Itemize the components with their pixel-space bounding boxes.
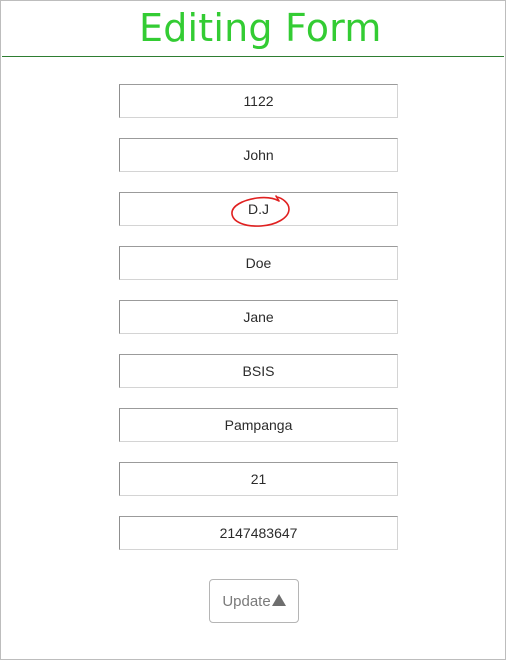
id-field[interactable]: 1122 <box>119 84 398 118</box>
contact-number-field[interactable]: 2147483647 <box>119 516 398 550</box>
last-name-field[interactable]: Doe <box>119 246 398 280</box>
nickname-field[interactable]: Jane <box>119 300 398 334</box>
update-label: Update <box>222 592 271 610</box>
arrow-up-icon <box>271 594 286 606</box>
header-divider <box>2 56 504 57</box>
page-header: Editing Form <box>0 4 506 56</box>
middle-name-field[interactable]: D.J <box>119 192 398 226</box>
course-field[interactable]: BSIS <box>119 354 398 388</box>
address-field[interactable]: Pampanga <box>119 408 398 442</box>
update-button[interactable]: Update <box>209 579 299 623</box>
page-title: Editing Form <box>139 6 382 50</box>
age-field[interactable]: 21 <box>119 462 398 496</box>
first-name-field[interactable]: John <box>119 138 398 172</box>
